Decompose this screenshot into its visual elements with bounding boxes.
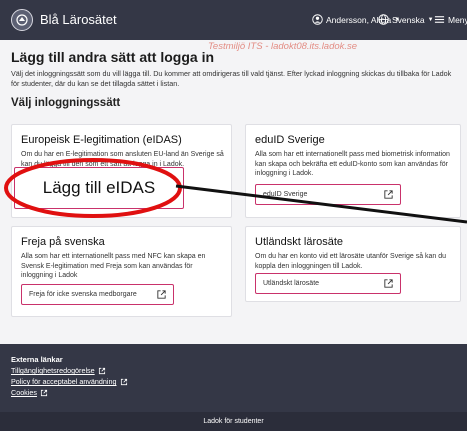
button-label: Utländskt lärosäte [263, 280, 320, 287]
footer-heading: Externa länkar [11, 355, 63, 364]
link-label: Tillgänglighetsredogörelse [11, 366, 95, 375]
card-foreign-university: Utländskt lärosäte Om du har en konto vi… [245, 226, 461, 302]
page-intro: Välj det inloggningssätt som du vill läg… [11, 69, 452, 88]
hamburger-icon [434, 16, 445, 23]
footer-link-policy[interactable]: Policy för acceptabel användning [11, 377, 128, 386]
language-menu[interactable]: Svenska ▼ [378, 14, 434, 25]
external-link-icon [384, 279, 393, 288]
card-description: Alla som har ett internationellt pass me… [21, 253, 206, 280]
external-link-icon [40, 389, 48, 396]
top-navbar: Blå Lärosätet Andersson, Alicia ▼ Svensk… [0, 0, 467, 40]
test-environment-watermark: Testmiljö ITS - ladokt08.its.ladok.se [208, 41, 358, 52]
freja-button[interactable]: Freja för icke svenska medborgare [21, 284, 174, 305]
button-label: Freja för icke svenska medborgare [29, 291, 137, 298]
link-label: Policy för acceptabel användning [11, 377, 117, 386]
external-link-icon [120, 378, 127, 385]
card-eduid: eduID Sverige Alla som har ett internati… [245, 124, 461, 218]
menu-label: Meny [448, 14, 467, 25]
external-link-icon [157, 290, 166, 299]
card-description: Alla som har ett internationellt pass me… [255, 151, 450, 178]
page-title: Lägg till andra sätt att logga in [11, 49, 215, 65]
eduid-button[interactable]: eduID Sverige [255, 184, 401, 205]
external-link-icon [98, 367, 105, 374]
link-label: Cookies [11, 388, 37, 397]
footer-link-cookies[interactable]: Cookies [11, 388, 48, 397]
foreign-university-button[interactable]: Utländskt lärosäte [255, 273, 401, 294]
university-logo-icon[interactable] [11, 9, 33, 31]
button-label: eduID Sverige [263, 191, 308, 198]
card-title: Utländskt lärosäte [255, 236, 344, 248]
bottom-bar: Ladok för studenter [0, 412, 467, 431]
language-label: Svenska [392, 14, 425, 25]
card-title: Europeisk E-legitimation (eIDAS) [21, 134, 182, 146]
footer: Externa länkar Tillgänglighetsredogörels… [0, 344, 467, 412]
section-title: Välj inloggningssätt [11, 97, 121, 109]
card-freja: Freja på svenska Alla som har ett intern… [11, 226, 232, 317]
main-menu-button[interactable]: Meny [434, 14, 467, 25]
external-link-icon [384, 190, 393, 199]
eidas-button[interactable]: Lägg till eIDAS [14, 167, 184, 209]
card-title: eduID Sverige [255, 134, 325, 146]
button-label: Lägg till eIDAS [42, 178, 156, 197]
caret-down-icon: ▼ [427, 16, 434, 23]
card-description: Om du har en konto vid ett lärosäte utan… [255, 253, 447, 270]
brand-name[interactable]: Blå Lärosätet [40, 12, 117, 27]
footer-link-accessibility[interactable]: Tillgänglighetsredogörelse [11, 366, 106, 375]
globe-icon [378, 14, 389, 25]
card-title: Freja på svenska [21, 236, 105, 248]
user-icon [312, 14, 323, 25]
